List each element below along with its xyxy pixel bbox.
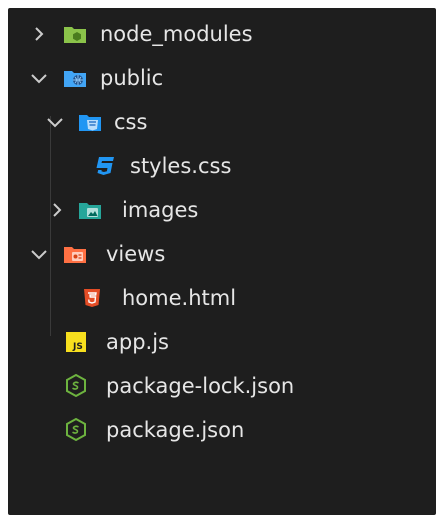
folder-green-icon xyxy=(63,22,87,46)
tree-item-label: package-lock.json xyxy=(106,374,295,398)
css3-file-icon xyxy=(94,154,118,178)
tree-item-images[interactable]: images xyxy=(8,188,436,232)
chevron-right-icon[interactable] xyxy=(48,201,66,219)
tree-item-label: package.json xyxy=(106,418,245,442)
folder-public-globe-icon xyxy=(63,66,87,90)
folder-css-icon xyxy=(78,110,102,134)
tree-item-label: views xyxy=(106,242,166,266)
tree-item-public[interactable]: public xyxy=(8,56,436,100)
tree-item-views[interactable]: views xyxy=(8,232,436,276)
tree-item-home-html[interactable]: home.html xyxy=(8,276,436,320)
tree-item-package-json[interactable]: package.json xyxy=(8,408,436,452)
nodejs-file-icon xyxy=(64,374,88,398)
chevron-down-icon[interactable] xyxy=(30,245,48,263)
tree-item-label: home.html xyxy=(122,286,237,310)
tree-item-label: css xyxy=(114,110,148,134)
tree-item-package-lock-json[interactable]: package-lock.json xyxy=(8,364,436,408)
tree-item-label: styles.css xyxy=(130,154,232,178)
javascript-file-icon: JS xyxy=(64,330,88,354)
chevron-down-icon[interactable] xyxy=(46,113,64,131)
file-explorer: node_modules public css styles.css image… xyxy=(8,8,436,515)
folder-views-icon xyxy=(63,242,87,266)
svg-text:JS: JS xyxy=(72,342,83,352)
chevron-down-icon[interactable] xyxy=(30,69,48,87)
tree-item-node-modules[interactable]: node_modules xyxy=(8,12,436,56)
tree-item-label: images xyxy=(122,198,199,222)
html5-file-icon xyxy=(80,286,104,310)
folder-images-icon xyxy=(78,198,102,222)
tree-item-label: node_modules xyxy=(100,22,253,46)
chevron-right-icon[interactable] xyxy=(30,25,48,43)
tree-item-app-js[interactable]: JS app.js xyxy=(8,320,436,364)
tree-item-css[interactable]: css xyxy=(8,100,436,144)
nodejs-file-icon xyxy=(64,418,88,442)
tree-item-label: public xyxy=(100,66,164,90)
tree-item-label: app.js xyxy=(106,330,169,354)
tree-item-styles-css[interactable]: styles.css xyxy=(8,144,436,188)
